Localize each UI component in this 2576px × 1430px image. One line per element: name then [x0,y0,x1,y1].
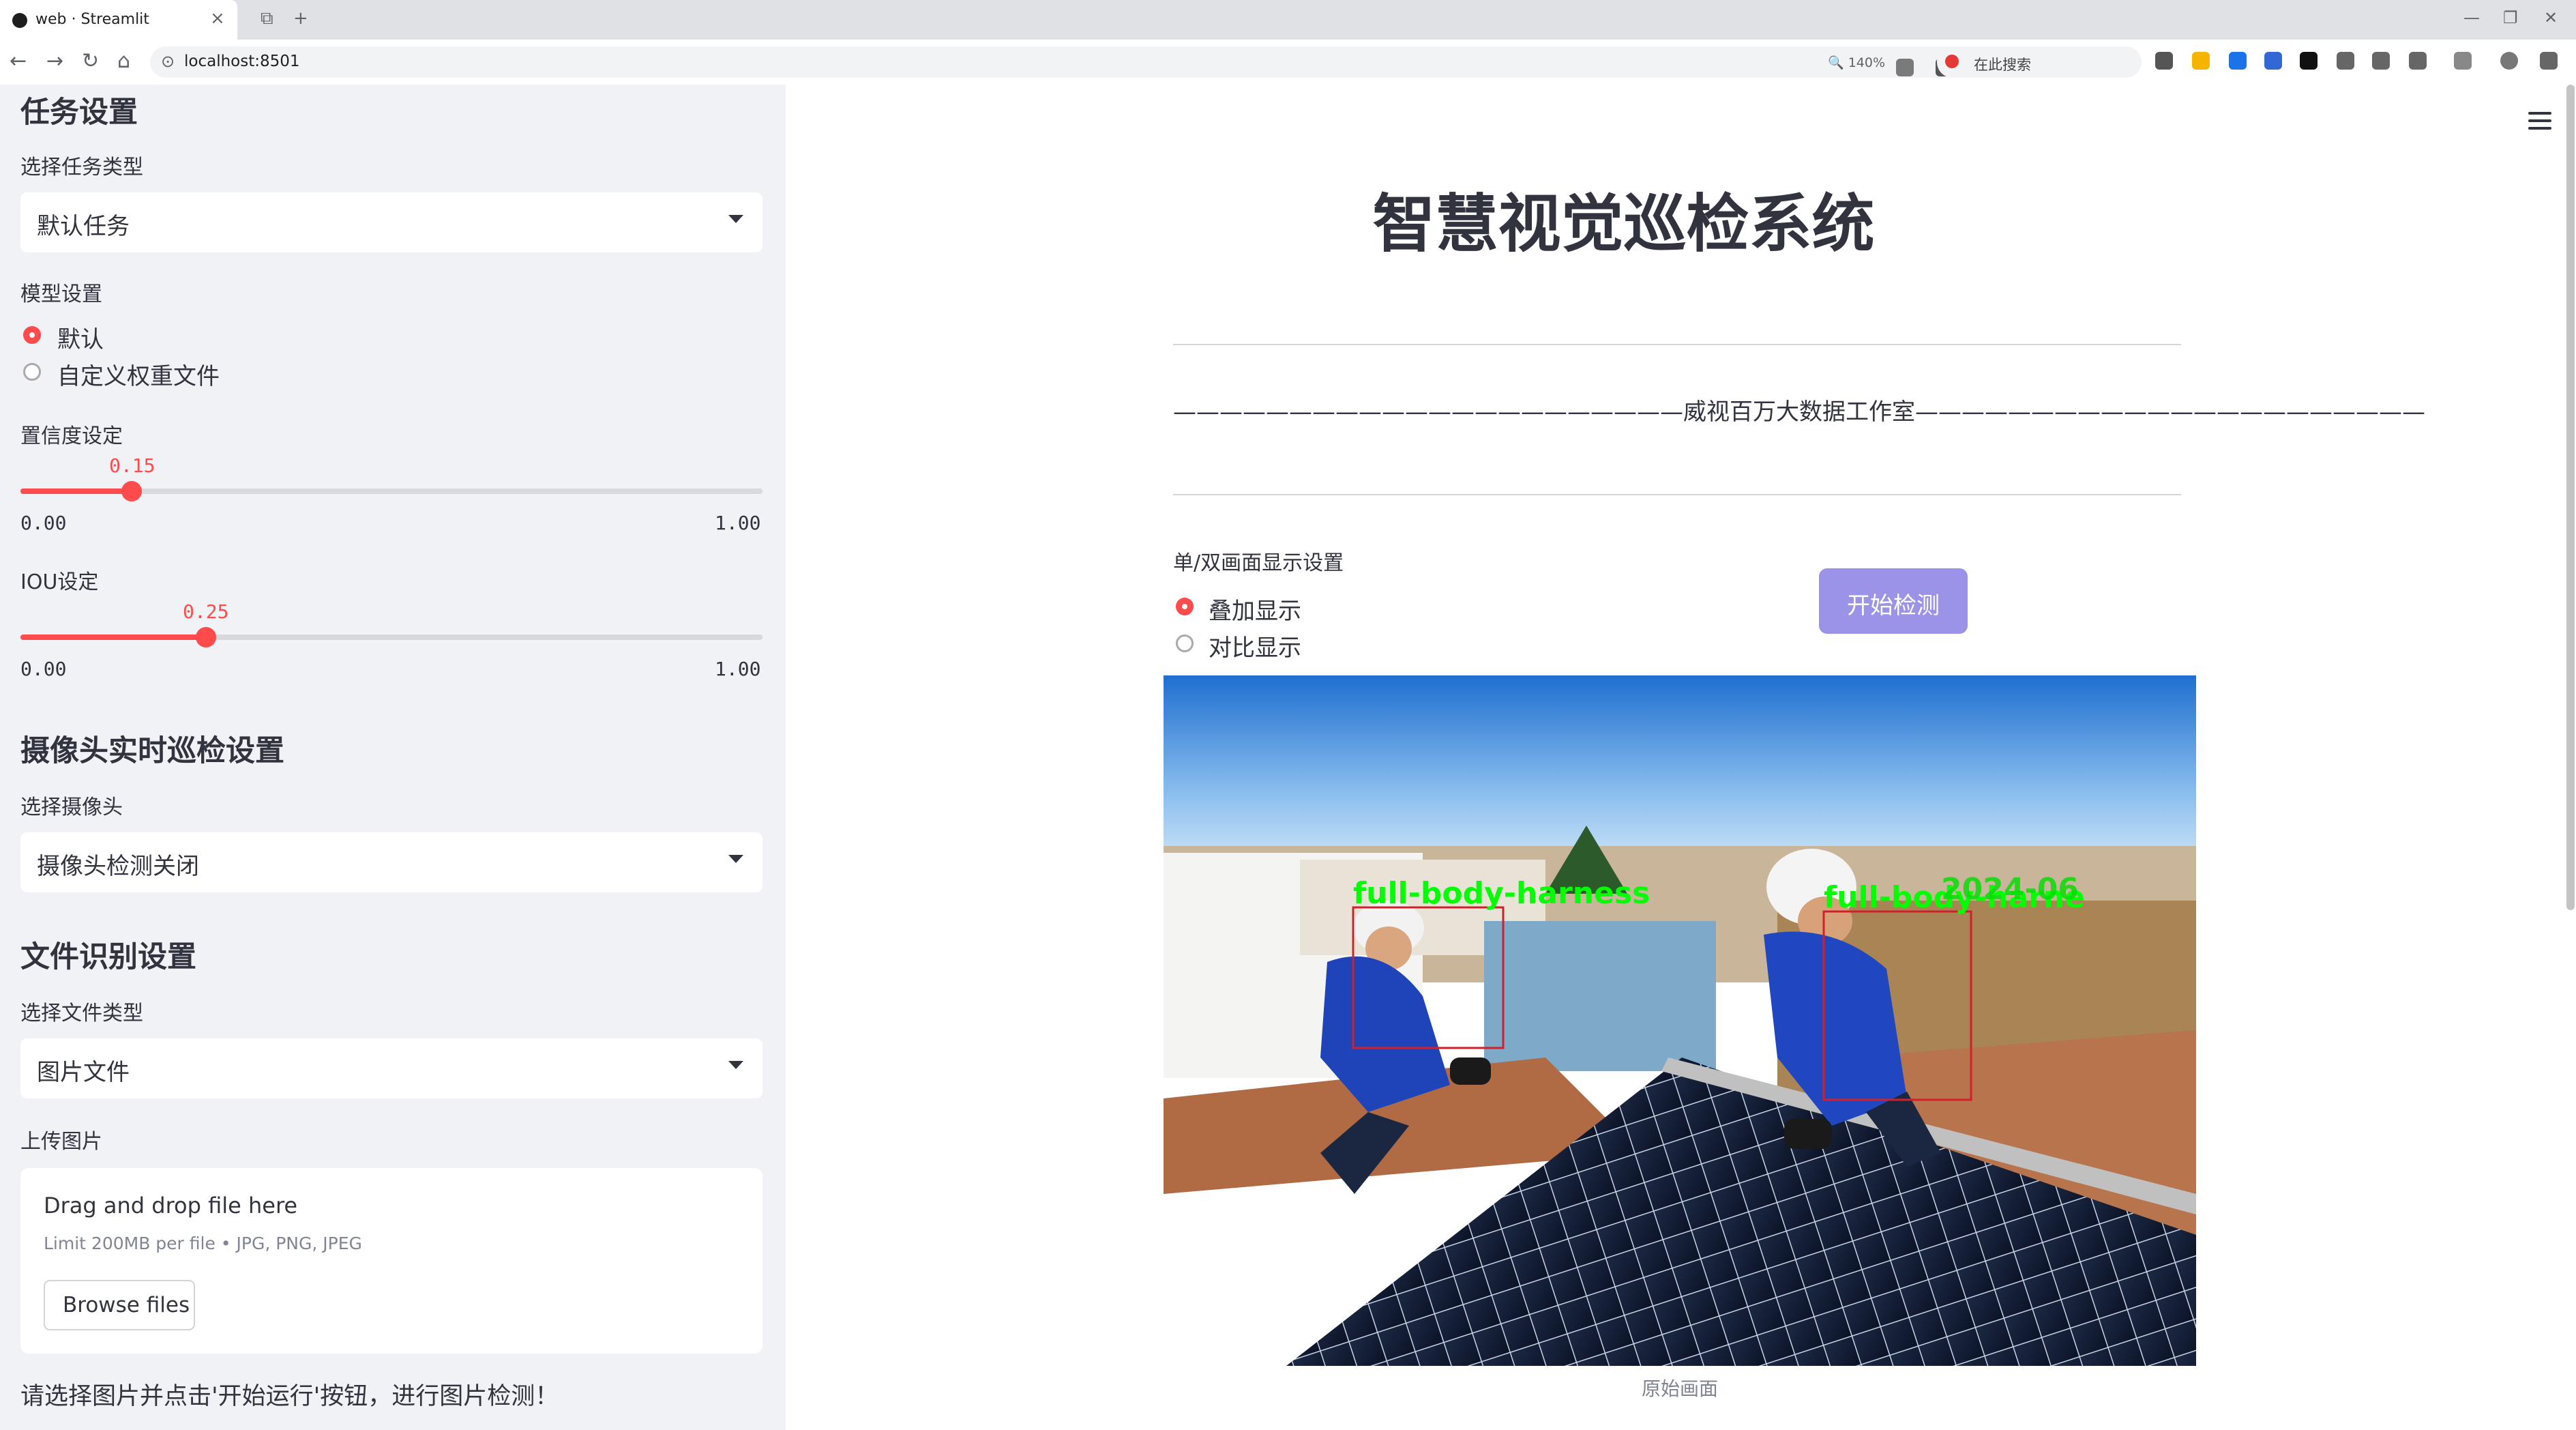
file-type-label: 选择文件类型 [20,1002,143,1025]
site-info-icon[interactable]: ⊙ [161,52,175,71]
model-label: 模型设置 [20,282,102,306]
home-icon[interactable]: ⌂ [117,49,130,73]
confidence-min: 0.00 [20,512,67,534]
tab-search-icon[interactable]: ⧉ [261,8,273,29]
iou-max: 1.00 [715,658,761,680]
url-text[interactable]: localhost:8501 [184,53,300,70]
back-icon[interactable]: ← [10,49,27,73]
page-scrollbar[interactable] [2566,85,2575,910]
display-option-overlay[interactable]: 叠加显示 [1209,592,1301,626]
model-option-default[interactable]: 默认 [57,321,104,354]
confidence-slider-fill [20,488,132,494]
confidence-value: 0.15 [109,454,156,477]
extension-icon[interactable] [2192,52,2210,70]
profile-avatar[interactable] [2500,52,2518,70]
extension-dark-icon[interactable] [2300,52,2318,70]
confidence-max: 1.00 [715,512,761,534]
translate-ext-icon[interactable] [2264,52,2282,70]
iou-min: 0.00 [20,658,67,680]
solar-panel-scene-illustration: full-body-harness full-body-harne 2024-0… [1164,675,2196,1366]
page-title: 智慧视觉巡检系统 [1372,188,1875,261]
detection-label: full-body-harness [1353,876,1650,911]
task-type-select[interactable]: 默认任务 [20,192,763,252]
camera-value: 摄像头检测关闭 [37,853,199,880]
restore-icon[interactable]: ❐ [2503,8,2518,27]
browser-toolbar: ← → ↻ ⌂ ⊙ localhost:8501 🔍 140% 在此搜索 [0,40,2576,86]
start-detection-label: 开始检测 [1847,592,1940,619]
display-mode-label: 单/双画面显示设置 [1173,551,1344,575]
camera-section-title: 摄像头实时巡检设置 [20,734,284,768]
browse-files-button[interactable]: Browse files [44,1280,195,1330]
translate-icon[interactable] [1896,59,1914,76]
chevron-down-icon [728,855,743,863]
reload-icon[interactable]: ↻ [82,49,99,73]
confidence-slider[interactable] [20,481,763,501]
display-radio-overlay[interactable] [1176,598,1194,615]
extension-blue-icon[interactable] [2229,52,2247,70]
zoom-indicator[interactable]: 🔍 140% [1828,55,1885,70]
divider [1173,344,2181,345]
iou-slider-thumb[interactable] [196,627,216,647]
scissors-icon[interactable] [2409,52,2427,70]
display-radio-compare[interactable] [1176,634,1194,652]
search-engine-icon [1945,55,1959,68]
search-engine-box[interactable]: 在此搜索 [1937,46,2142,78]
display-option-compare[interactable]: 对比显示 [1209,629,1301,662]
iou-slider[interactable] [20,627,763,647]
menu-dots-icon[interactable] [2454,52,2472,70]
confidence-slider-thumb[interactable] [121,481,142,501]
sidebar-note: 请选择图片并点击'开始运行'按钮，进行图片检测！ [20,1383,559,1410]
sidebar: 任务设置 选择任务类型 默认任务 模型设置 默认 自定义权重文件 置信度设定 0… [0,85,786,1430]
file-type-value: 图片文件 [37,1059,130,1086]
task-type-label: 选择任务类型 [20,156,143,179]
iou-label: IOU设定 [20,570,99,594]
file-section-title: 文件识别设置 [20,940,196,974]
file-type-select[interactable]: 图片文件 [20,1038,763,1098]
phone-icon[interactable] [2155,52,2173,70]
upload-label: 上传图片 [20,1130,102,1154]
new-tab-icon[interactable]: + [293,8,308,29]
forward-icon[interactable]: → [46,49,63,73]
browse-files-label: Browse files [63,1293,190,1317]
overlay-timestamp: 2024-06 [1941,872,2079,907]
search-placeholder: 在此搜索 [1974,57,2031,73]
browser-tab-bar: web · Streamlit × ⧉ + — ❐ ✕ [0,0,2576,40]
start-detection-button[interactable]: 开始检测 [1819,568,1968,634]
model-radio-default[interactable] [23,326,41,344]
download-icon[interactable] [2372,52,2390,70]
favorites-icon[interactable] [2337,52,2354,70]
zoom-level: 140% [1848,55,1886,70]
upload-title: Drag and drop file here [44,1193,298,1219]
tab-title: web · Streamlit [35,11,149,28]
model-option-custom[interactable]: 自定义权重文件 [57,358,220,391]
close-window-icon[interactable]: ✕ [2544,8,2558,27]
model-radio-custom[interactable] [23,363,41,381]
streamlit-favicon-icon [12,13,27,28]
chevron-down-icon [728,215,743,223]
task-section-title: 任务设置 [20,96,138,130]
file-uploader-dropzone[interactable]: Drag and drop file here Limit 200MB per … [20,1168,763,1354]
detection-result-image: full-body-harness full-body-harne 2024-0… [1164,675,2196,1366]
camera-select[interactable]: 摄像头检测关闭 [20,832,763,892]
browser-menu-icon[interactable] [2540,52,2558,70]
hamburger-menu-icon[interactable] [2528,112,2551,134]
task-type-value: 默认任务 [37,213,130,240]
confidence-label: 置信度设定 [20,424,123,448]
divider [1173,494,2181,495]
main-content: 智慧视觉巡检系统 ——————————————————————威视百万大数据工作… [786,85,2576,1430]
iou-value: 0.25 [183,600,229,623]
minimize-icon[interactable]: — [2463,8,2480,27]
address-bar[interactable]: ⊙ localhost:8501 🔍 140% [150,46,2121,78]
upload-limit: Limit 200MB per file • JPG, PNG, JPEG [44,1234,362,1253]
tab-close-icon[interactable]: × [210,8,225,29]
camera-label: 选择摄像头 [20,796,123,819]
subtitle: ——————————————————————威视百万大数据工作室————————… [1173,398,2425,426]
iou-slider-fill [20,634,206,640]
image-caption: 原始画面 [1641,1377,1718,1400]
chevron-down-icon [728,1061,743,1069]
browser-tab[interactable]: web · Streamlit × [0,0,237,40]
